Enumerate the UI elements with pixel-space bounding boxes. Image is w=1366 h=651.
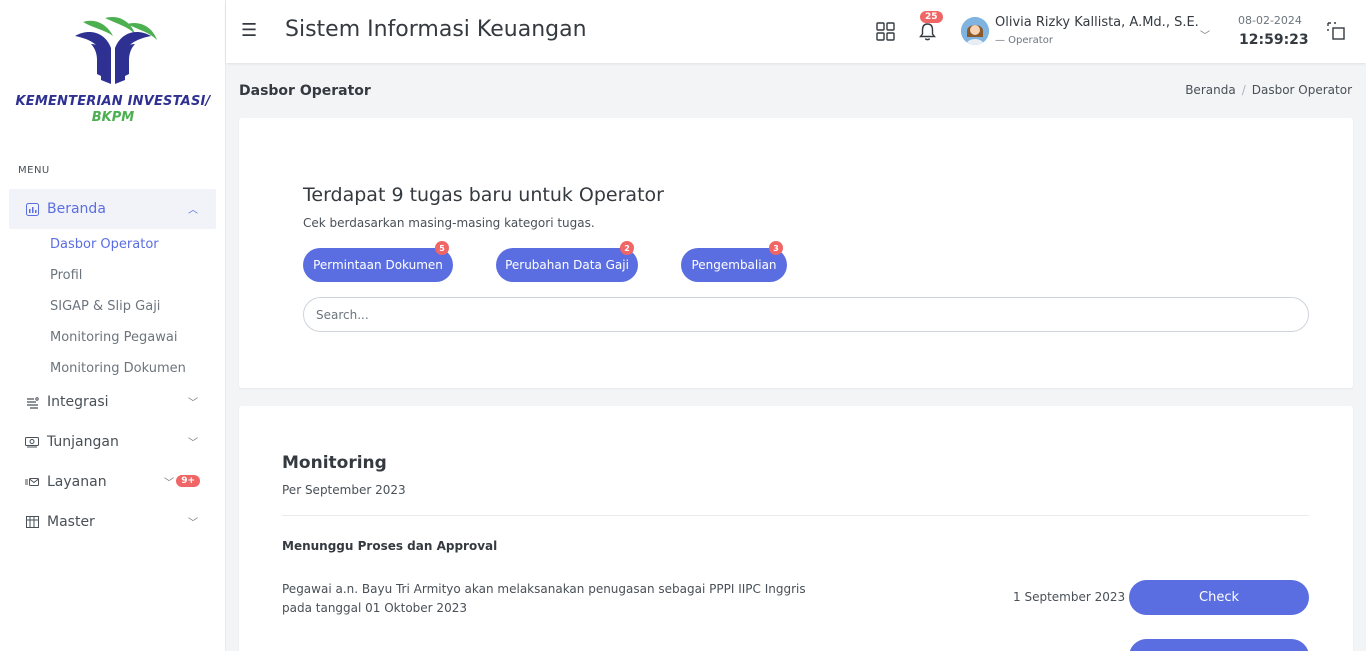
money-icon bbox=[25, 435, 39, 449]
tasks-card: Terdapat 9 tugas baru untuk Operator Cek… bbox=[239, 118, 1353, 388]
sidebar-item-layanan[interactable]: Layanan ﹀ 9+ bbox=[9, 462, 216, 502]
tasks-title: Terdapat 9 tugas baru untuk Operator bbox=[303, 184, 664, 206]
category-label: Pengembalian bbox=[691, 258, 777, 272]
topbar: ☰ Sistem Informasi Keuangan 25 Olivia Ri… bbox=[226, 0, 1366, 63]
category-label: Perubahan Data Gaji bbox=[505, 258, 629, 272]
sidebar-item-label: Beranda bbox=[47, 201, 106, 217]
sidebar-item-label: Layanan bbox=[47, 474, 107, 490]
current-time: 12:59:23 bbox=[1239, 32, 1309, 48]
brand-name-line1: KEMENTERIAN INVESTASI/ bbox=[15, 94, 211, 109]
service-icon bbox=[25, 475, 39, 489]
sidebar-item-label: Master bbox=[47, 514, 95, 530]
category-count-badge: 3 bbox=[769, 241, 783, 255]
database-icon bbox=[25, 515, 39, 529]
category-count-badge: 5 bbox=[435, 241, 449, 255]
sidebar-subitem-sigap[interactable]: SIGAP & Slip Gaji bbox=[50, 299, 160, 314]
divider bbox=[282, 515, 1309, 516]
check-button[interactable]: Check bbox=[1129, 580, 1309, 615]
breadcrumb-home[interactable]: Beranda bbox=[1185, 83, 1235, 97]
monitoring-period: Per September 2023 bbox=[282, 483, 406, 497]
user-avatar[interactable] bbox=[961, 17, 989, 45]
sidebar-subitem-dasbor-operator[interactable]: Dasbor Operator bbox=[50, 237, 159, 252]
chart-icon bbox=[25, 202, 39, 216]
chevron-up-icon: ︿ bbox=[188, 205, 198, 216]
category-permintaan-dokumen-button[interactable]: Permintaan Dokumen 5 bbox=[303, 241, 453, 282]
category-label: Permintaan Dokumen bbox=[313, 258, 443, 272]
notification-bell-icon[interactable] bbox=[919, 22, 936, 45]
monitoring-title: Monitoring bbox=[282, 453, 387, 473]
breadcrumb-current: Dasbor Operator bbox=[1251, 83, 1352, 97]
category-count-badge: 2 bbox=[620, 241, 634, 255]
chevron-down-icon[interactable]: ﹀ bbox=[1200, 27, 1210, 42]
sidebar-item-integrasi[interactable]: Integrasi ﹀ bbox=[9, 382, 216, 422]
user-name[interactable]: Olivia Rizky Kallista, A.Md., S.E. bbox=[995, 15, 1199, 30]
chevron-down-icon: ﹀ bbox=[188, 438, 198, 449]
category-perubahan-data-gaji-button[interactable]: Perubahan Data Gaji 2 bbox=[496, 241, 638, 282]
menu-heading: MENU bbox=[18, 165, 50, 176]
bkpm-logo-icon bbox=[75, 16, 157, 84]
search-input[interactable] bbox=[303, 297, 1309, 332]
sidebar-item-label: Integrasi bbox=[47, 394, 109, 410]
category-pengembalian-button[interactable]: Pengembalian 3 bbox=[681, 241, 787, 282]
menu-toggle-icon[interactable]: ☰ bbox=[241, 20, 257, 41]
sidebar-item-master[interactable]: Master ﹀ bbox=[9, 502, 216, 542]
next-row-button[interactable] bbox=[1129, 639, 1309, 651]
fullscreen-icon[interactable] bbox=[1327, 22, 1345, 44]
sidebar-subitem-profil[interactable]: Profil bbox=[50, 268, 82, 283]
sidebar-item-tunjangan[interactable]: Tunjangan ﹀ bbox=[9, 422, 216, 462]
app-title: Sistem Informasi Keuangan bbox=[285, 17, 587, 42]
sidebar-item-label: Tunjangan bbox=[47, 434, 119, 450]
layanan-badge: 9+ bbox=[176, 475, 200, 487]
section-heading: Menunggu Proses dan Approval bbox=[282, 539, 498, 553]
monitoring-row-date: 1 September 2023 bbox=[1013, 590, 1126, 604]
apps-grid-icon[interactable] bbox=[876, 22, 895, 45]
chevron-down-icon: ﹀ bbox=[164, 478, 174, 489]
monitoring-card: Monitoring Per September 2023 Menunggu P… bbox=[239, 406, 1353, 651]
sidebar-item-beranda[interactable]: Beranda ︿ bbox=[9, 189, 216, 229]
user-role: — Operator bbox=[995, 35, 1053, 46]
tasks-subtitle: Cek berdasarkan masing-masing kategori t… bbox=[303, 216, 595, 230]
chevron-down-icon: ﹀ bbox=[188, 518, 198, 529]
chevron-down-icon: ﹀ bbox=[188, 398, 198, 409]
brand-logo[interactable]: KEMENTERIAN INVESTASI/ BKPM bbox=[0, 14, 226, 125]
monitoring-row-text: Pegawai a.n. Bayu Tri Armityo akan melak… bbox=[282, 582, 806, 615]
integration-icon bbox=[25, 395, 39, 409]
page-title: Dasbor Operator bbox=[239, 83, 371, 99]
breadcrumb: Beranda / Dasbor Operator bbox=[1185, 83, 1352, 97]
sidebar-subitem-monitoring-pegawai[interactable]: Monitoring Pegawai bbox=[50, 330, 177, 345]
current-date: 08-02-2024 bbox=[1238, 14, 1302, 27]
notification-count-badge: 25 bbox=[920, 11, 943, 23]
breadcrumb-separator: / bbox=[1241, 83, 1246, 97]
sidebar-subitem-monitoring-dokumen[interactable]: Monitoring Dokumen bbox=[50, 361, 186, 376]
sidebar: KEMENTERIAN INVESTASI/ BKPM MENU Beranda… bbox=[0, 0, 226, 651]
brand-name-line2: BKPM bbox=[91, 110, 135, 125]
